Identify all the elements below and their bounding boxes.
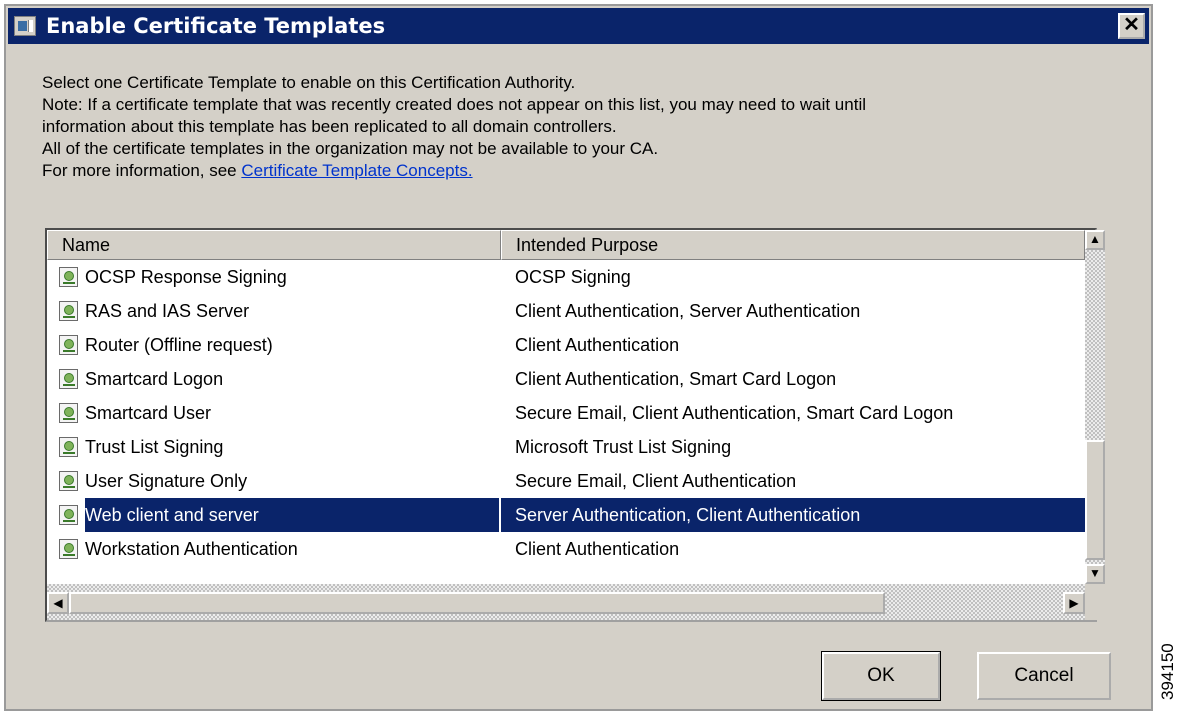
list-item[interactable]: Trust List Signing Microsoft Trust List … [47, 430, 1085, 464]
list-header: Name Intended Purpose [47, 230, 1085, 260]
template-purpose: Client Authentication [515, 335, 680, 355]
description: Select one Certificate Template to enabl… [42, 72, 1132, 182]
horizontal-scroll-thumb[interactable] [69, 592, 885, 614]
certificate-template-concepts-link[interactable]: Certificate Template Concepts. [241, 161, 472, 180]
certificate-template-icon [59, 539, 78, 559]
template-name: Trust List Signing [85, 437, 224, 457]
cancel-button[interactable]: Cancel [977, 652, 1111, 700]
template-name: OCSP Response Signing [85, 267, 287, 287]
list-item[interactable]: Smartcard Logon Client Authentication, S… [47, 362, 1085, 396]
template-purpose: Client Authentication [515, 539, 680, 559]
template-name: User Signature Only [85, 471, 248, 491]
more-info-prefix: For more information, see [42, 161, 242, 180]
certificate-template-icon [59, 369, 78, 389]
template-purpose: Client Authentication, Smart Card Logon [515, 369, 837, 389]
close-button[interactable]: ✕ [1118, 13, 1145, 39]
certificate-template-icon [59, 437, 78, 457]
vertical-scroll-thumb[interactable] [1085, 440, 1105, 560]
template-purpose: OCSP Signing [515, 267, 631, 287]
vertical-scrollbar[interactable]: ▲ ▼ [1085, 230, 1105, 584]
scroll-up-button[interactable]: ▲ [1085, 230, 1105, 250]
certificate-template-icon [59, 471, 78, 491]
list-item[interactable]: Smartcard User Secure Email, Client Auth… [47, 396, 1085, 430]
list-item[interactable]: Router (Offline request) Client Authenti… [47, 328, 1085, 362]
ok-button[interactable]: OK [821, 651, 941, 701]
list-item[interactable]: OCSP Response Signing OCSP Signing [47, 260, 1085, 294]
template-purpose: Secure Email, Client Authentication, Sma… [515, 403, 954, 423]
horizontal-scrollbar[interactable]: ◀ ▶ [47, 584, 1085, 620]
title-bar[interactable]: Enable Certificate Templates ✕ [8, 8, 1149, 44]
template-name: Web client and server [85, 498, 499, 532]
list-item-selected[interactable]: Web client and server Server Authenticat… [47, 498, 1085, 532]
template-purpose: Server Authentication, Client Authentica… [501, 498, 1085, 532]
certificate-template-icon [59, 505, 78, 525]
scrollbar-corner [1085, 584, 1105, 620]
template-purpose: Client Authentication, Server Authentica… [515, 301, 861, 321]
certificate-template-icon [59, 301, 78, 321]
column-header-name[interactable]: Name [47, 230, 501, 260]
column-header-intended-purpose[interactable]: Intended Purpose [501, 230, 1085, 260]
scroll-left-button[interactable]: ◀ [47, 592, 69, 614]
certificate-template-icon [59, 403, 78, 423]
template-name: Smartcard User [85, 403, 212, 423]
template-purpose: Microsoft Trust List Signing [515, 437, 732, 457]
certificate-template-icon [59, 335, 78, 355]
list-item[interactable]: User Signature Only Secure Email, Client… [47, 464, 1085, 498]
list-item[interactable]: Workstation Authentication Client Authen… [47, 532, 1085, 566]
description-line: Note: If a certificate template that was… [42, 95, 866, 114]
certificate-template-icon [59, 267, 78, 287]
list-item[interactable]: RAS and IAS Server Client Authentication… [47, 294, 1085, 328]
more-info-line: For more information, see Certificate Te… [42, 160, 1132, 182]
template-name: RAS and IAS Server [85, 301, 250, 321]
template-name: Workstation Authentication [85, 539, 298, 559]
description-line: All of the certificate templates in the … [42, 139, 659, 158]
scroll-right-button[interactable]: ▶ [1063, 592, 1085, 614]
template-purpose: Secure Email, Client Authentication [515, 471, 797, 491]
dialog-title: Enable Certificate Templates [46, 14, 386, 38]
description-line: Select one Certificate Template to enabl… [42, 73, 576, 92]
description-line: information about this template has been… [42, 117, 617, 136]
certificate-templates-list[interactable]: Name Intended Purpose OCSP Response Sign… [45, 228, 1105, 622]
certificate-authority-icon [14, 16, 36, 36]
template-name: Smartcard Logon [85, 369, 224, 389]
figure-id: 394150 [1158, 643, 1177, 700]
enable-certificate-templates-dialog: Enable Certificate Templates ✕ Select on… [4, 4, 1153, 711]
template-name: Router (Offline request) [85, 335, 273, 355]
scroll-down-button[interactable]: ▼ [1085, 564, 1105, 584]
